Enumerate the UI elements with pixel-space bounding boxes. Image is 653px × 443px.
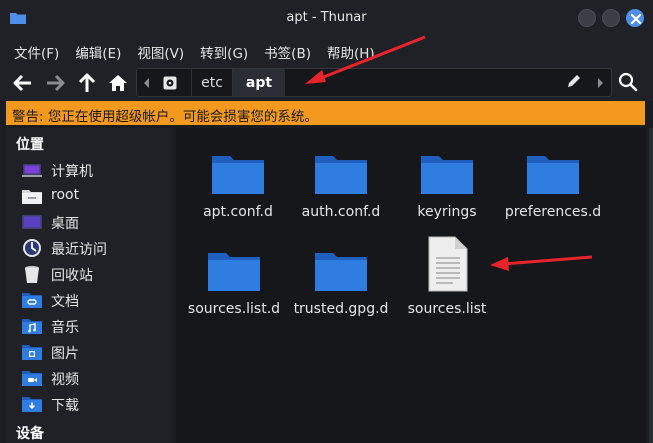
close-button[interactable]: [626, 9, 644, 27]
sidebar: 位置 计算机 root 桌面 最近访问 回收站 文档 音乐 图片 视频 下载 设…: [6, 128, 172, 443]
file-name: apt.conf.d: [203, 204, 273, 220]
sidebar-item-label: 计算机: [51, 164, 93, 180]
sidebar-item-root[interactable]: root: [6, 183, 172, 209]
sidebar-item-label: 音乐: [51, 320, 79, 336]
edit-location-icon[interactable]: [566, 73, 582, 89]
sidebar-item-documents[interactable]: 文档: [6, 287, 172, 313]
file-item-trusted-gpg-d[interactable]: trusted.gpg.d: [289, 233, 393, 323]
sidebar-item-videos[interactable]: 视频: [6, 365, 172, 391]
file-item-preferences-d[interactable]: preferences.d: [501, 136, 605, 226]
videos-folder-icon: [22, 371, 42, 386]
sidebar-item-label: 图片: [51, 346, 79, 362]
menu-file[interactable]: 文件(F): [6, 36, 67, 64]
sidebar-item-computer[interactable]: 计算机: [6, 157, 172, 183]
forward-button[interactable]: [44, 72, 66, 94]
file-name: keyrings: [417, 204, 477, 220]
music-folder-icon: [22, 319, 42, 334]
sidebar-item-downloads[interactable]: 下载: [6, 391, 172, 417]
path-bar[interactable]: etc apt: [136, 68, 612, 97]
computer-icon: [22, 164, 42, 177]
back-button[interactable]: [12, 72, 34, 94]
home-button[interactable]: [107, 72, 129, 94]
home-icon: [109, 75, 127, 91]
sidebar-item-trash[interactable]: 回收站: [6, 261, 172, 287]
file-item-apt-conf-d[interactable]: apt.conf.d: [186, 136, 290, 226]
file-name: sources.list: [407, 301, 487, 317]
file-name: preferences.d: [504, 204, 602, 220]
sidebar-item-label: root: [51, 187, 80, 203]
pictures-folder-icon: [22, 345, 42, 360]
file-view[interactable]: apt.conf.d auth.conf.d keyrings preferen…: [176, 128, 646, 443]
sidebar-item-label: 回收站: [51, 268, 93, 284]
folder-icon: [208, 253, 260, 291]
file-item-keyrings[interactable]: keyrings: [395, 136, 499, 226]
menu-view[interactable]: 视图(V): [129, 36, 192, 64]
desktop-icon: [22, 215, 42, 229]
downloads-folder-icon: [22, 397, 42, 412]
text-file-icon: [428, 236, 468, 292]
maximize-button[interactable]: [602, 9, 620, 27]
file-name: trusted.gpg.d: [293, 301, 389, 317]
toolbar: etc apt: [0, 64, 653, 101]
up-button[interactable]: [76, 72, 98, 94]
home-folder-icon: [22, 190, 42, 204]
sidebar-item-label: 最近访问: [51, 242, 107, 258]
folder-icon: [212, 156, 264, 194]
path-apt-button[interactable]: apt: [233, 69, 285, 96]
sidebar-item-recent[interactable]: 最近访问: [6, 235, 172, 261]
sidebar-item-label: 下载: [51, 398, 79, 414]
menu-help[interactable]: 帮助(H): [319, 36, 383, 64]
file-name: sources.list.d: [187, 301, 281, 317]
folder-icon: [315, 156, 367, 194]
sidebar-item-desktop[interactable]: 桌面: [6, 209, 172, 235]
path-etc-button[interactable]: etc: [191, 69, 233, 96]
arrow-up-icon: [78, 73, 96, 92]
sidebar-item-music[interactable]: 音乐: [6, 313, 172, 339]
file-item-auth-conf-d[interactable]: auth.conf.d: [289, 136, 393, 226]
trash-icon: [25, 266, 39, 283]
file-item-sources-list-d[interactable]: sources.list.d: [182, 233, 286, 323]
documents-folder-icon: [22, 293, 42, 308]
sidebar-item-label: 文档: [51, 294, 79, 310]
recent-icon: [23, 239, 41, 257]
sidebar-devices-title: 设备: [16, 426, 44, 442]
folder-icon: [315, 253, 367, 291]
folder-icon: [527, 156, 579, 194]
title-bar[interactable]: apt - Thunar: [0, 0, 653, 36]
menu-bookmarks[interactable]: 书签(B): [256, 36, 319, 64]
arrow-left-icon: [13, 74, 31, 92]
drive-icon: [163, 76, 177, 89]
sidebar-places-title: 位置: [16, 137, 44, 153]
menu-edit[interactable]: 编辑(E): [67, 36, 129, 64]
vertical-scrollbar[interactable]: [649, 128, 653, 443]
close-icon: [630, 13, 642, 25]
path-scroll-right-icon[interactable]: [596, 77, 604, 89]
sidebar-item-label: 桌面: [51, 216, 79, 232]
root-warning-bar: 警告: 您正在使用超级帐户。可能会损害您的系统。: [6, 101, 645, 125]
window-title: apt - Thunar: [286, 10, 367, 25]
sidebar-item-label: 视频: [51, 372, 79, 388]
minimize-button[interactable]: [578, 9, 596, 27]
menu-go[interactable]: 转到(G): [192, 36, 256, 64]
file-name: auth.conf.d: [301, 204, 381, 220]
path-scroll-left-icon[interactable]: [143, 77, 151, 89]
sidebar-item-pictures[interactable]: 图片: [6, 339, 172, 365]
file-item-sources-list[interactable]: sources.list: [395, 233, 499, 323]
search-icon[interactable]: [618, 72, 638, 92]
menu-bar: 文件(F) 编辑(E) 视图(V) 转到(G) 书签(B) 帮助(H): [0, 36, 653, 64]
arrow-right-icon: [47, 74, 65, 92]
path-root-button[interactable]: [159, 69, 181, 96]
folder-icon: [421, 156, 473, 194]
